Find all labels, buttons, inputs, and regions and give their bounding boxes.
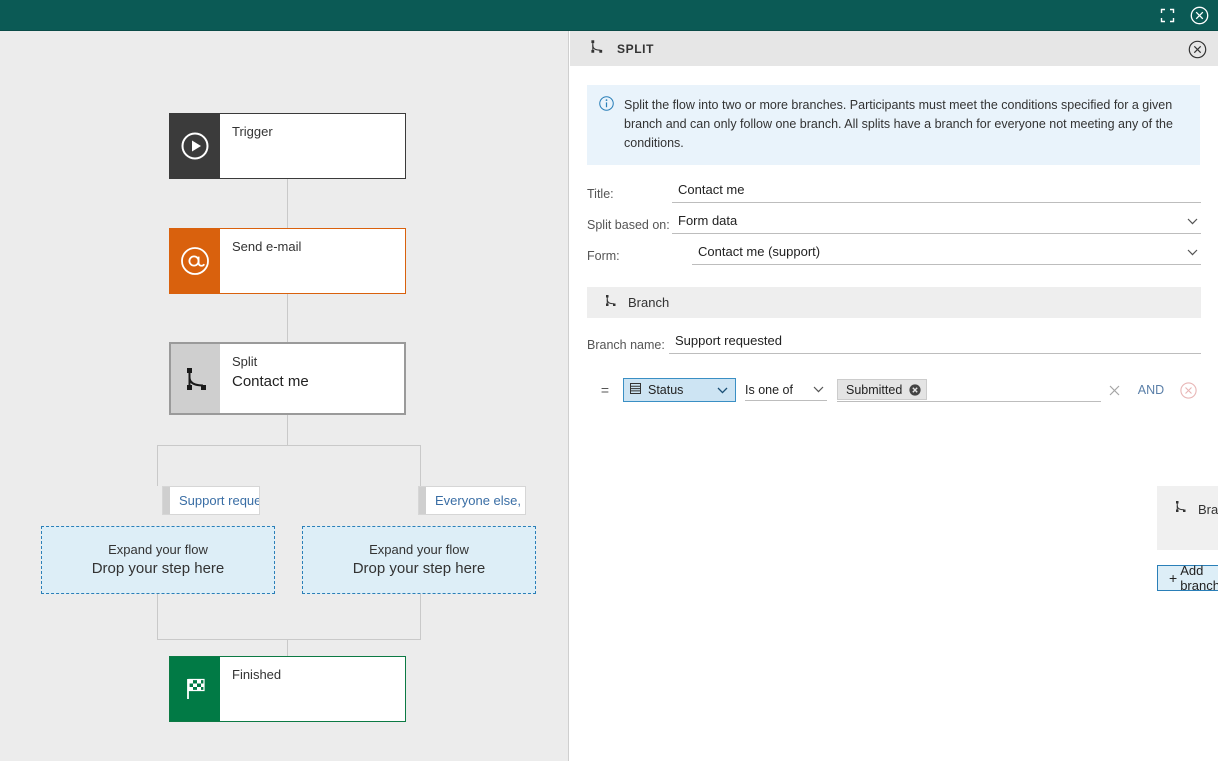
- split-based-on-value: Form data: [678, 213, 738, 228]
- condition-value-field[interactable]: Submitted: [837, 378, 1101, 402]
- flow-node-body: Send e-mail: [220, 229, 405, 293]
- flow-canvas[interactable]: Trigger Send e-mail Split Contact me Sup…: [0, 31, 569, 761]
- field-label-split-based-on: Split based on:: [587, 218, 670, 232]
- flow-node-subtitle: Contact me: [232, 373, 309, 390]
- value-chip[interactable]: Submitted: [837, 379, 928, 400]
- flow-node-title: Send e-mail: [232, 239, 302, 254]
- panel-close-icon[interactable]: [1186, 38, 1208, 60]
- connector-merge-finished: [287, 639, 288, 656]
- flow-node-finished[interactable]: Finished: [169, 656, 406, 722]
- condition-operator-value: Is one of: [745, 382, 793, 397]
- info-banner: Split the flow into two or more branches…: [587, 85, 1200, 165]
- condition-row: = Status Is one of Submitted AND: [587, 378, 1201, 402]
- add-branch-button[interactable]: + Add branch: [1157, 563, 1218, 593]
- branch-name-value: Support requested: [675, 333, 782, 348]
- split-branch-icon: [588, 38, 605, 60]
- dropzone-line-1: Expand your flow: [369, 542, 469, 557]
- dropzone-line-2: Drop your step here: [91, 560, 225, 577]
- close-icon[interactable]: [1184, 1, 1214, 31]
- condition-field-value: Status: [648, 383, 684, 397]
- flow-node-trigger[interactable]: Trigger: [169, 113, 406, 179]
- connector-split-bar: [157, 445, 421, 446]
- canvas-branch-label-1[interactable]: Support reque...: [162, 486, 260, 515]
- connector-branch2-down: [420, 445, 421, 486]
- window-titlebar: [0, 0, 1218, 31]
- split-branch-icon: [1173, 499, 1188, 519]
- condition-conjunction-label: AND: [1137, 383, 1165, 397]
- dropzone-branch-2[interactable]: Expand your flow Drop your step here: [302, 526, 536, 594]
- branch-label-accent: [419, 487, 426, 514]
- dropzone-line-1: Expand your flow: [108, 542, 208, 557]
- condition-operator-select[interactable]: Is one of: [745, 379, 827, 401]
- chevron-down-icon: [1183, 218, 1201, 225]
- chevron-down-icon: [713, 387, 731, 394]
- fullscreen-icon[interactable]: [1152, 1, 1182, 31]
- connector-branch1-merge: [157, 594, 158, 639]
- panel-title: SPLIT: [617, 41, 655, 56]
- remove-chip-icon[interactable]: [909, 383, 921, 396]
- chevron-down-icon: [809, 386, 827, 393]
- titlebar-controls: [1152, 0, 1214, 31]
- panel-header: SPLIT: [570, 31, 1218, 66]
- flow-node-body: Split Contact me: [220, 344, 404, 413]
- branch-1-section-label: Branch: [628, 295, 670, 310]
- branch-label-text: Support reque...: [179, 493, 259, 508]
- branch-2-section-label: Branch: [1198, 501, 1218, 517]
- field-row-title: Title: Contact me: [587, 181, 1201, 203]
- title-input[interactable]: Contact me: [672, 181, 1201, 203]
- branch-name-row: Branch name: Support requested: [587, 332, 1201, 354]
- connector-branch2-merge: [420, 594, 421, 639]
- split-form: Title: Contact me Split based on: Form d…: [587, 181, 1201, 265]
- flow-node-body: Finished: [220, 657, 405, 721]
- condition-field-select[interactable]: Status: [623, 378, 736, 402]
- field-row-form: Form: Contact me (support): [587, 243, 1201, 265]
- canvas-branch-label-2[interactable]: Everyone else, i...: [418, 486, 526, 515]
- clear-value-icon[interactable]: [1101, 385, 1127, 396]
- flow-node-title: Split: [232, 354, 258, 369]
- title-input-value: Contact me: [678, 182, 745, 197]
- add-branch-label: Add branch: [1180, 563, 1218, 593]
- list-field-icon: [629, 382, 642, 398]
- branch-name-input[interactable]: Support requested: [669, 332, 1201, 354]
- delete-condition-icon[interactable]: [1175, 381, 1201, 399]
- at-sign-icon: [170, 229, 220, 293]
- flow-node-title: Finished: [232, 667, 282, 682]
- info-icon: [599, 96, 614, 153]
- field-label-form: Form:: [587, 249, 620, 263]
- split-details-panel: SPLIT Split the flow into two or more br…: [570, 31, 1218, 761]
- flow-node-title: Trigger: [232, 124, 273, 139]
- split-based-on-select[interactable]: Form data: [672, 212, 1201, 234]
- connector-split-down: [287, 415, 288, 445]
- play-circle-icon: [170, 114, 220, 178]
- form-select-value: Contact me (support): [698, 244, 821, 259]
- connector-trigger-email: [287, 179, 288, 228]
- connector-branch1-down: [157, 445, 158, 486]
- split-branch-icon: [603, 293, 618, 313]
- flow-node-send-email[interactable]: Send e-mail: [169, 228, 406, 294]
- branch-2-header: Branch: [1173, 499, 1218, 519]
- split-branch-icon: [171, 344, 220, 413]
- plus-icon: +: [1169, 570, 1178, 586]
- branch-name-label: Branch name:: [587, 338, 665, 352]
- branch-2-section: Branch Everyone else, including not subm…: [1157, 486, 1218, 550]
- branch-label-accent: [163, 487, 170, 514]
- connector-merge-bar: [157, 639, 421, 640]
- branch-label-text: Everyone else, i...: [435, 493, 525, 508]
- value-chip-label: Submitted: [846, 382, 903, 397]
- field-row-split-based-on: Split based on: Form data: [587, 212, 1201, 234]
- condition-equals-glyph: =: [600, 382, 610, 398]
- checkered-flag-icon: [170, 657, 220, 721]
- flow-node-split[interactable]: Split Contact me: [169, 342, 406, 415]
- dropzone-branch-1[interactable]: Expand your flow Drop your step here: [41, 526, 275, 594]
- form-select[interactable]: Contact me (support): [692, 243, 1201, 265]
- flow-node-body: Trigger: [220, 114, 405, 178]
- branch-1-section-header: Branch: [587, 287, 1201, 318]
- info-banner-text: Split the flow into two or more branches…: [624, 98, 1173, 150]
- chevron-down-icon: [1183, 249, 1201, 256]
- field-label-title: Title:: [587, 187, 614, 201]
- dropzone-line-2: Drop your step here: [352, 560, 486, 577]
- connector-email-split: [287, 294, 288, 342]
